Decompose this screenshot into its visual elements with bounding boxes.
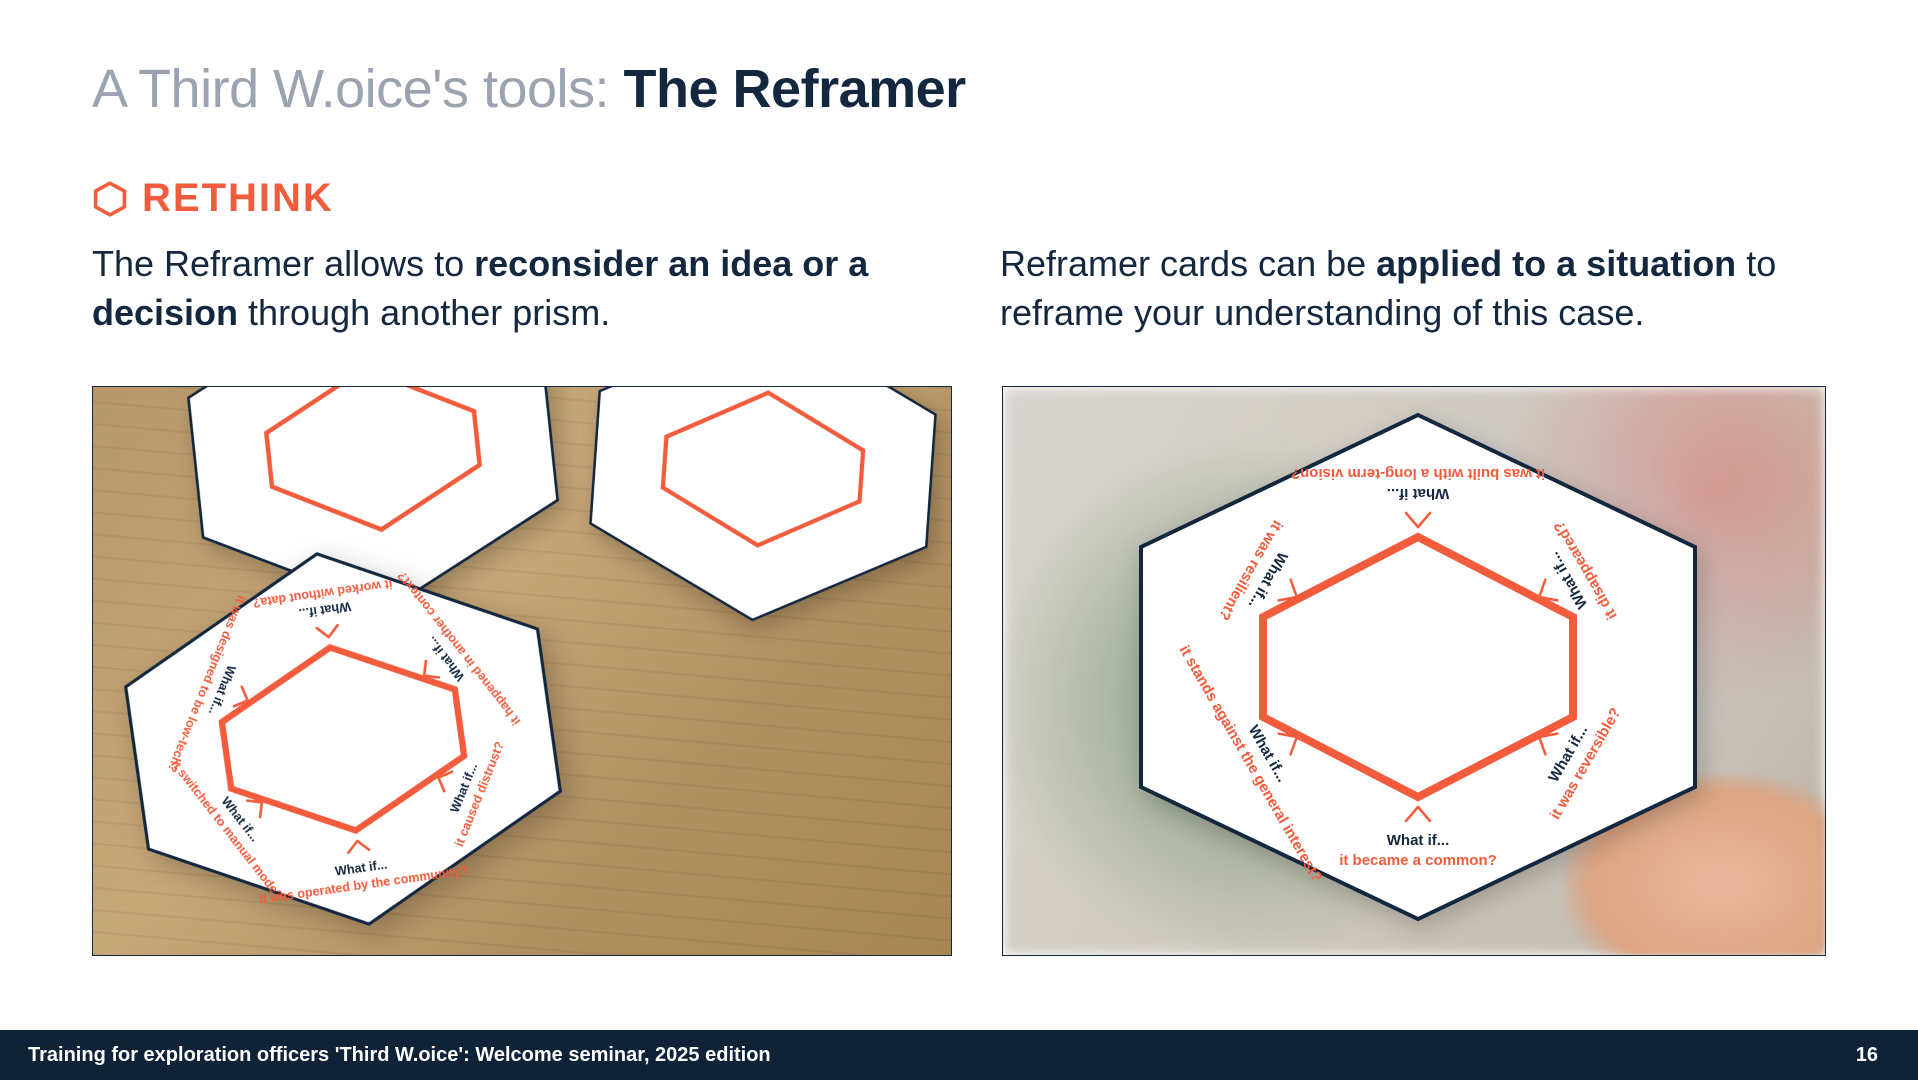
page-number: 16 <box>1856 1044 1878 1067</box>
text-bold: applied to a situation <box>1376 243 1736 284</box>
reframer-card-front: What if... it was operated by the commun… <box>98 519 588 956</box>
image-reframer-card-held: What if... it became a common? What if..… <box>1002 386 1826 956</box>
text: through another prism. <box>238 292 610 333</box>
footer-bar: Training for exploration officers 'Third… <box>0 1030 1918 1080</box>
paragraph-left: The Reframer allows to reconsider an ide… <box>92 240 912 337</box>
title-bold: The Reframer <box>624 59 966 119</box>
footer-text: Training for exploration officers 'Third… <box>28 1044 771 1067</box>
slide-title: A Third W.oice's tools: The Reframer <box>92 58 966 120</box>
hexagon-icon <box>92 181 128 217</box>
svg-text:it became a common?: it became a common? <box>1339 852 1497 869</box>
svg-text:What if...: What if... <box>1387 485 1450 502</box>
svg-text:What if...: What if... <box>1387 832 1450 849</box>
section-label: RETHINK <box>142 176 334 221</box>
paragraph-right: Reframer cards can be applied to a situa… <box>1000 240 1820 337</box>
slide: A Third W.oice's tools: The Reframer RET… <box>0 0 1918 1080</box>
reframer-card-held: What if... it became a common? What if..… <box>1123 407 1713 927</box>
reframer-card <box>574 386 952 636</box>
svg-text:it was built with a long-term: it was built with a long-term vision? <box>1291 465 1545 482</box>
image-reframer-cards-on-table: What if... it was operated by the commun… <box>92 386 952 956</box>
text: Reframer cards can be <box>1000 243 1376 284</box>
title-prefix: A Third W.oice's tools: <box>92 59 624 119</box>
section-header: RETHINK <box>92 176 334 221</box>
text: The Reframer allows to <box>92 243 474 284</box>
